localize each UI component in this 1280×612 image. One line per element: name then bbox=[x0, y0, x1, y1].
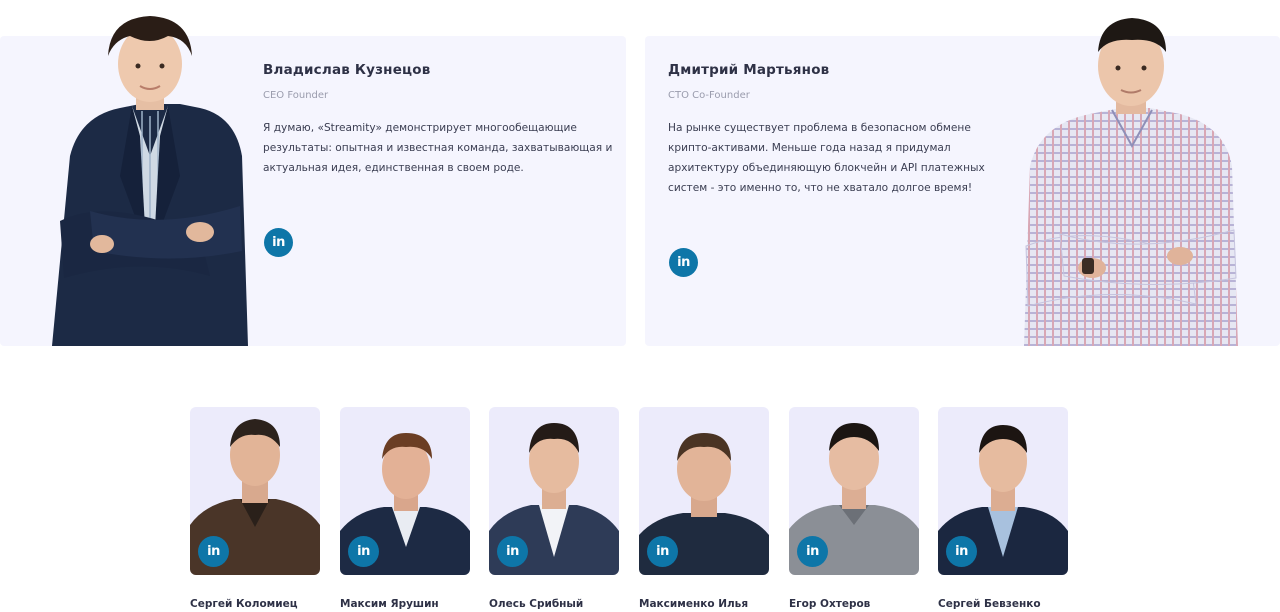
team-member-name: Егор Охтеров bbox=[789, 598, 871, 610]
linkedin-icon[interactable]: in bbox=[497, 536, 528, 567]
team-member-card: in Олесь Срибный bbox=[489, 407, 619, 610]
founder-role: CTO Co-Founder bbox=[668, 90, 750, 101]
team-member-name: Максим Ярушин bbox=[340, 598, 439, 610]
linkedin-icon[interactable]: in bbox=[264, 228, 293, 257]
team-member-card: in Егор Охтеров bbox=[789, 407, 919, 610]
team-member-photo: in bbox=[938, 407, 1068, 575]
team-member-card: in Максименко Илья bbox=[639, 407, 769, 610]
linkedin-icon[interactable]: in bbox=[198, 536, 229, 567]
linkedin-icon[interactable]: in bbox=[348, 536, 379, 567]
team-member-photo: in bbox=[789, 407, 919, 575]
founder-quote: На рынке существует проблема в безопасно… bbox=[668, 122, 985, 194]
founder-photo-cto bbox=[1020, 16, 1242, 346]
founder-info-ceo: Владислав Кузнецов CEO Founder Я думаю, … bbox=[263, 62, 613, 178]
team-member-name: Сергей Коломиец bbox=[190, 598, 298, 610]
founder-role: CEO Founder bbox=[263, 90, 329, 101]
team-member-card: in Сергей Коломиец bbox=[190, 407, 320, 610]
team-member-card: in Максим Ярушин bbox=[340, 407, 470, 610]
team-member-photo: in bbox=[340, 407, 470, 575]
linkedin-icon[interactable]: in bbox=[797, 536, 828, 567]
team-member-photo: in bbox=[639, 407, 769, 575]
founder-info-cto: Дмитрий Мартьянов CTO Co-Founder На рынк… bbox=[668, 62, 998, 198]
team-member-name: Олесь Срибный bbox=[489, 598, 584, 610]
founder-name: Дмитрий Мартьянов bbox=[668, 62, 830, 78]
linkedin-icon[interactable]: in bbox=[669, 248, 698, 277]
linkedin-icon[interactable]: in bbox=[647, 536, 678, 567]
team-member-name: Сергей Бевзенко bbox=[938, 598, 1041, 610]
team-member-photo: in bbox=[489, 407, 619, 575]
team-member-photo: in bbox=[190, 407, 320, 575]
linkedin-icon[interactable]: in bbox=[946, 536, 977, 567]
founder-photo-ceo bbox=[50, 16, 250, 346]
founder-quote: Я думаю, «Streamity» демонстрирует много… bbox=[263, 122, 613, 174]
team-member-card: in Сергей Бевзенко bbox=[938, 407, 1068, 610]
founder-name: Владислав Кузнецов bbox=[263, 62, 431, 78]
team-member-name: Максименко Илья bbox=[639, 598, 749, 610]
